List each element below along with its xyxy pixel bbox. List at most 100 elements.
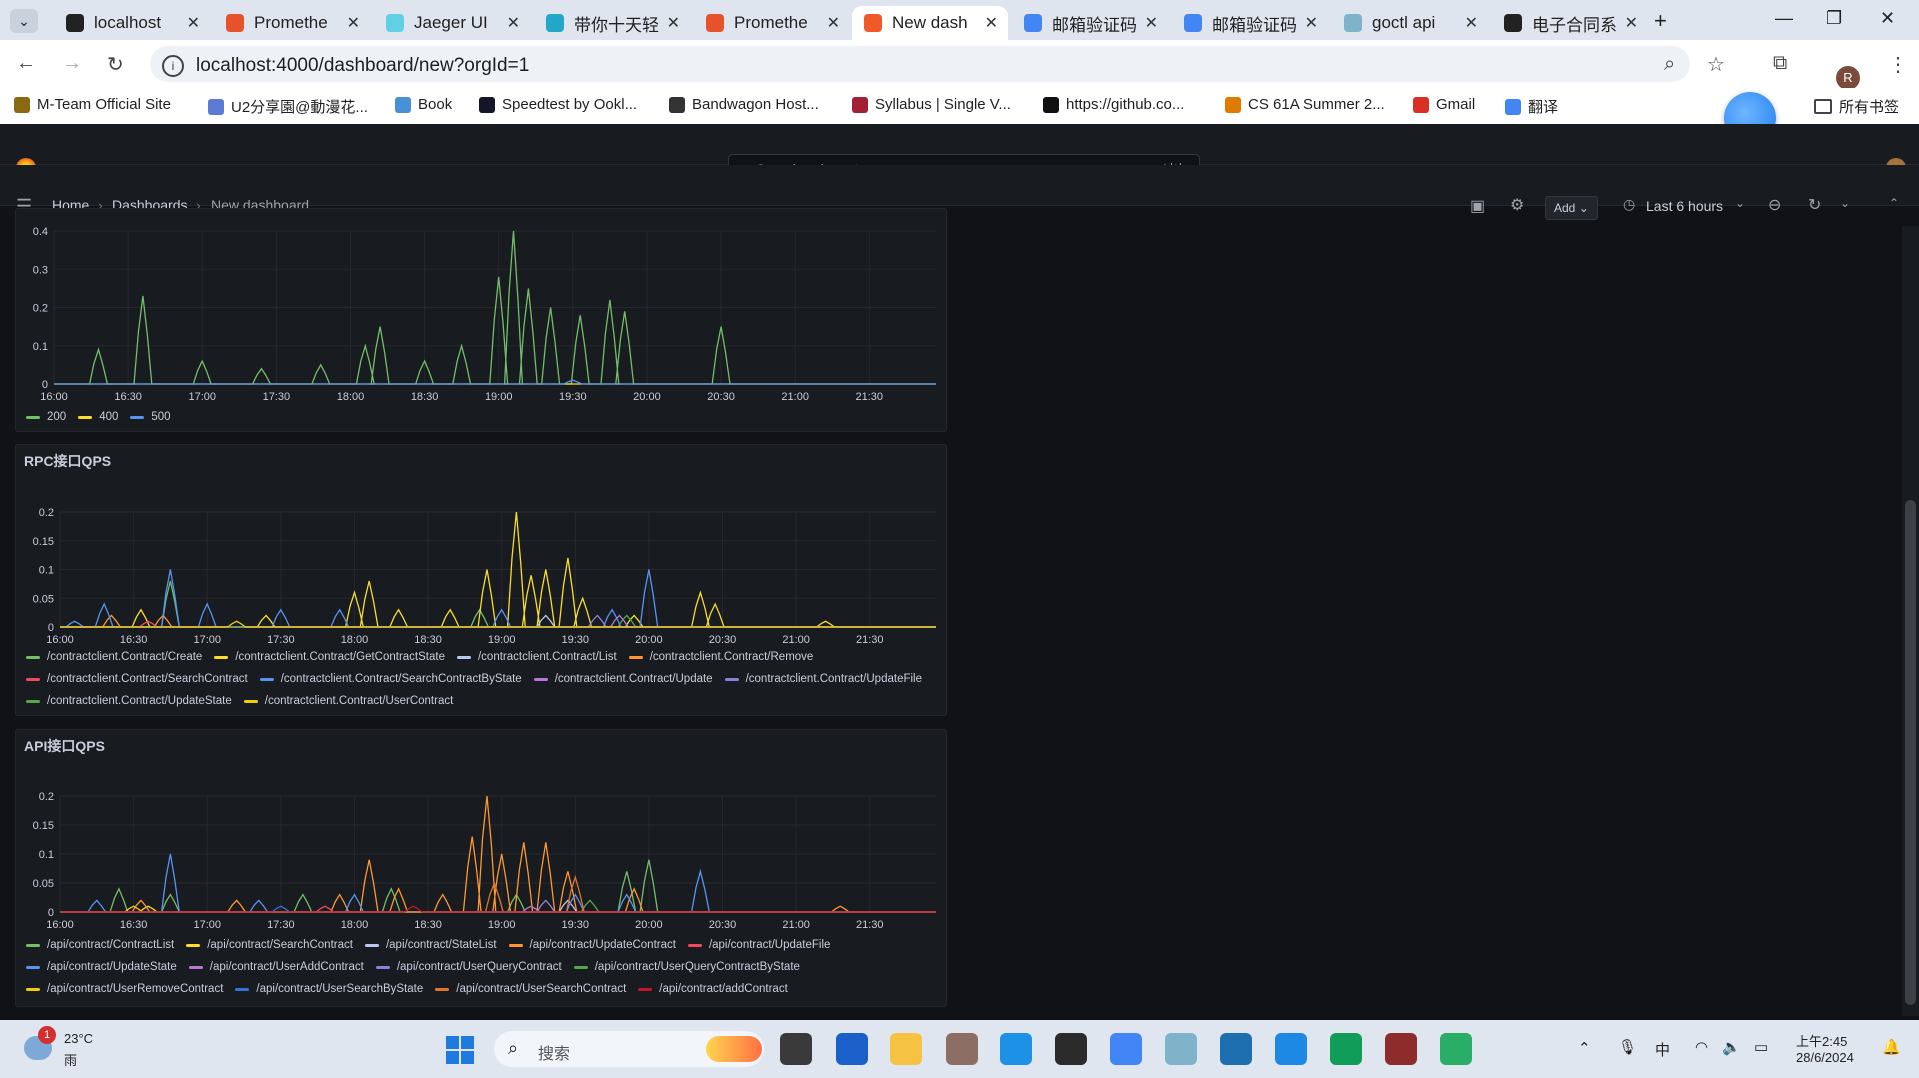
browser-tab[interactable]: 邮箱验证码 ✕ bbox=[1012, 6, 1168, 40]
legend-item[interactable]: /api/contract/UpdateState bbox=[26, 958, 177, 976]
legend-item[interactable]: /api/contract/UserAddContract bbox=[188, 958, 364, 976]
add-button[interactable]: Add ⌄ bbox=[1545, 196, 1598, 220]
task-view-icon[interactable] bbox=[780, 1033, 812, 1065]
close-tab-icon[interactable]: ✕ bbox=[507, 13, 520, 33]
zoom-icon[interactable]: ⌕ bbox=[1664, 53, 1675, 76]
docker-icon[interactable] bbox=[1000, 1033, 1032, 1065]
browser-tab[interactable]: 带你十天轻 ✕ bbox=[534, 6, 690, 40]
minimize-icon[interactable]: — bbox=[1775, 8, 1793, 29]
battery-icon[interactable]: ▭ bbox=[1754, 1038, 1768, 1056]
legend-item[interactable]: /contractclient.Contract/UpdateFile bbox=[724, 670, 922, 688]
chevron-down-icon[interactable]: ⌄ bbox=[1735, 196, 1745, 210]
microphone-icon[interactable]: 🎙 bbox=[1618, 1038, 1637, 1056]
bookmark-item[interactable]: 翻译 bbox=[1505, 96, 1558, 117]
legend-item[interactable]: /api/contract/UpdateFile bbox=[687, 936, 830, 954]
profile-avatar[interactable]: R bbox=[1836, 66, 1860, 90]
bookmark-item[interactable]: M-Team Official Site bbox=[14, 96, 171, 113]
chrome-icon[interactable] bbox=[1110, 1033, 1142, 1065]
legend-item[interactable]: /contractclient.Contract/List bbox=[456, 648, 617, 666]
legend-item[interactable]: /api/contract/UserSearchContract bbox=[435, 980, 626, 998]
wifi-icon[interactable]: ◠ bbox=[1695, 1038, 1708, 1056]
legend-item[interactable]: 200 bbox=[26, 408, 66, 426]
legend-item[interactable]: /api/contract/UserSearchByState bbox=[235, 980, 423, 998]
legend-item[interactable]: /contractclient.Contract/Update bbox=[533, 670, 713, 688]
legend-item[interactable]: /contractclient.Contract/Create bbox=[26, 648, 202, 666]
browser-tab[interactable]: 邮箱验证码 ✕ bbox=[1172, 6, 1328, 40]
bookmark-star-icon[interactable]: ☆ bbox=[1707, 52, 1725, 77]
legend-item[interactable]: /api/contract/UserQueryContractByState bbox=[573, 958, 800, 976]
legend-item[interactable]: /contractclient.Contract/SearchContract bbox=[26, 670, 248, 688]
refresh-icon[interactable]: ↻ bbox=[1808, 195, 1821, 215]
windows-start-icon[interactable] bbox=[446, 1036, 474, 1064]
save-dashboard-icon[interactable]: ▣ bbox=[1470, 196, 1485, 216]
legend-item[interactable]: /contractclient.Contract/UserContract bbox=[243, 692, 453, 710]
back-icon[interactable]: ← bbox=[16, 52, 36, 75]
url-text[interactable]: localhost:4000/dashboard/new?orgId=1 bbox=[196, 55, 529, 77]
browser-tab[interactable]: New dash ✕ bbox=[852, 6, 1008, 40]
close-tab-icon[interactable]: ✕ bbox=[347, 13, 360, 33]
refresh-interval-chevron-icon[interactable]: ⌄ bbox=[1840, 196, 1850, 210]
bookmark-item[interactable]: https://github.co... bbox=[1043, 96, 1184, 113]
legend-item[interactable]: /contractclient.Contract/SearchContractB… bbox=[259, 670, 522, 688]
tab-search-button[interactable]: ⌄ bbox=[10, 9, 38, 33]
close-window-icon[interactable]: ✕ bbox=[1880, 8, 1895, 29]
scrollbar-thumb[interactable] bbox=[1905, 500, 1916, 1005]
collapse-chevron-up-icon[interactable]: ⌃ bbox=[1889, 196, 1899, 210]
notification-bell-icon[interactable]: 🔔 bbox=[1882, 1038, 1901, 1056]
close-tab-icon[interactable]: ✕ bbox=[1625, 13, 1638, 33]
package-icon[interactable] bbox=[946, 1033, 978, 1065]
vim-icon[interactable] bbox=[1220, 1033, 1252, 1065]
bookmark-item[interactable]: CS 61A Summer 2... bbox=[1225, 96, 1385, 113]
close-tab-icon[interactable]: ✕ bbox=[1305, 13, 1318, 33]
legend-item[interactable]: 400 bbox=[78, 408, 118, 426]
extensions-icon[interactable]: ⧉ bbox=[1773, 52, 1787, 75]
legend-item[interactable]: /api/contract/SearchContract bbox=[186, 936, 353, 954]
browser-tab[interactable]: Promethe ✕ bbox=[214, 6, 370, 40]
close-tab-icon[interactable]: ✕ bbox=[827, 13, 840, 33]
reload-icon[interactable]: ↻ bbox=[107, 52, 124, 77]
legend-item[interactable]: /api/contract/StateList bbox=[364, 936, 497, 954]
tray-chevron-up-icon[interactable]: ⌃ bbox=[1578, 1039, 1591, 1057]
legend-item[interactable]: 500 bbox=[130, 408, 171, 426]
menu-kebab-icon[interactable]: ⋮ bbox=[1888, 52, 1908, 77]
legend-item[interactable]: /api/contract/UserRemoveContract bbox=[26, 980, 223, 998]
restore-icon[interactable]: ❐ bbox=[1826, 8, 1842, 29]
site-info-icon[interactable]: i bbox=[162, 55, 184, 77]
bookmark-item[interactable]: Syllabus | Single V... bbox=[852, 96, 1011, 113]
volume-icon[interactable]: 🔈 bbox=[1722, 1038, 1741, 1056]
bookmark-item[interactable]: Speedtest by Ookl... bbox=[479, 96, 637, 113]
close-tab-icon[interactable]: ✕ bbox=[187, 13, 200, 33]
wechat-icon[interactable] bbox=[1440, 1033, 1472, 1065]
close-tab-icon[interactable]: ✕ bbox=[1145, 13, 1158, 33]
bookmark-item[interactable]: Bandwagon Host... bbox=[669, 96, 819, 113]
close-tab-icon[interactable]: ✕ bbox=[985, 13, 998, 33]
new-tab-button[interactable]: + bbox=[1654, 8, 1667, 34]
zoom-out-icon[interactable]: ⊖ bbox=[1768, 195, 1781, 215]
close-tab-icon[interactable]: ✕ bbox=[1465, 13, 1478, 33]
winrar-icon[interactable] bbox=[1385, 1033, 1417, 1065]
goland-icon[interactable] bbox=[1055, 1033, 1087, 1065]
bookmark-item[interactable]: U2分享園@動漫花... bbox=[208, 96, 368, 117]
legend-item[interactable]: /api/contract/ContractList bbox=[26, 936, 174, 954]
forward-icon[interactable]: → bbox=[62, 52, 82, 75]
browser-tab[interactable]: localhost ✕ bbox=[54, 6, 210, 40]
legend-item[interactable]: /contractclient.Contract/GetContractStat… bbox=[214, 648, 445, 666]
file-explorer-icon[interactable] bbox=[890, 1033, 922, 1065]
time-range-picker[interactable]: Last 6 hours bbox=[1646, 198, 1723, 214]
browser-tab[interactable]: Promethe ✕ bbox=[694, 6, 850, 40]
close-tab-icon[interactable]: ✕ bbox=[667, 13, 680, 33]
edge-icon[interactable] bbox=[1330, 1033, 1362, 1065]
browser-tab[interactable]: goctl api ✕ bbox=[1332, 6, 1488, 40]
store-icon[interactable] bbox=[836, 1033, 868, 1065]
browser-tab[interactable]: Jaeger UI ✕ bbox=[374, 6, 530, 40]
feather-app-icon[interactable] bbox=[1165, 1033, 1197, 1065]
clock-date[interactable]: 28/6/2024 bbox=[1796, 1050, 1854, 1065]
legend-item[interactable]: /contractclient.Contract/Remove bbox=[628, 648, 813, 666]
bookmark-item[interactable]: Gmail bbox=[1413, 96, 1475, 113]
settings-gear-icon[interactable]: ⚙ bbox=[1510, 195, 1524, 215]
legend-item[interactable]: /api/contract/addContract bbox=[638, 980, 788, 998]
weather-temp[interactable]: 23°C bbox=[64, 1031, 93, 1046]
ime-indicator[interactable]: 中 bbox=[1655, 1039, 1670, 1060]
legend-item[interactable]: /contractclient.Contract/UpdateState bbox=[26, 692, 232, 710]
bookmark-item[interactable]: Book bbox=[395, 96, 452, 113]
